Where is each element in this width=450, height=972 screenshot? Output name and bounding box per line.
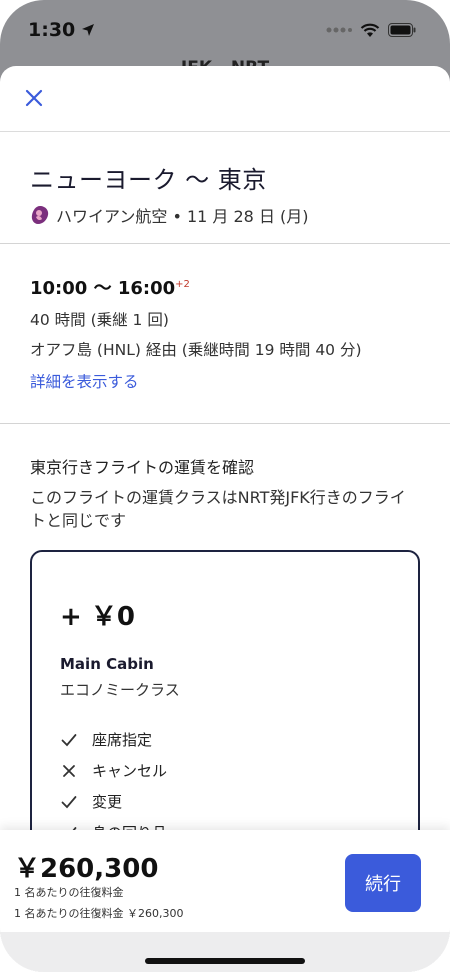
- cabin-name: Main Cabin: [60, 655, 154, 673]
- day-offset-badge: +2: [175, 279, 190, 290]
- show-details-link[interactable]: 詳細を表示する: [30, 370, 139, 392]
- wifi-icon: [360, 23, 380, 37]
- fare-description: このフライトの運賃クラスはNRT発JFK行きのフライトと同じです: [30, 488, 406, 530]
- price-note-total: 1 名あたりの往復料金 ￥260,300: [14, 907, 184, 920]
- price-note: 1 名あたりの往復料金: [14, 886, 124, 899]
- cabin-class: エコノミークラス: [60, 681, 180, 699]
- signal-dots-icon: [326, 27, 352, 33]
- phone-frame: 1:30 JFK - NRT: [0, 0, 450, 972]
- feature-label: 座席指定: [92, 731, 153, 749]
- status-icons: [326, 23, 416, 38]
- status-time-group: 1:30: [28, 19, 95, 41]
- hawaiian-airlines-logo-icon: [31, 206, 49, 224]
- route-section: ニューヨーク 〜 東京 ハワイアン航空 • 11 月 28 日 (月): [0, 132, 450, 244]
- feature-changes: 変更: [60, 786, 390, 817]
- feature-cancellation: キャンセル: [60, 755, 390, 786]
- flight-duration: 40 時間 (乗継 1 回): [30, 311, 169, 329]
- airline-date-text: ハワイアン航空 • 11 月 28 日 (月): [56, 207, 309, 226]
- sheet-header: [0, 66, 450, 132]
- location-arrow-icon: [82, 24, 95, 36]
- flight-layover-info: オアフ島 (HNL) 経由 (乗継時間 19 時間 40 分): [30, 341, 362, 359]
- check-icon: [60, 793, 78, 811]
- battery-icon: [388, 23, 416, 37]
- fare-heading: 東京行きフライトの運賃を確認: [30, 458, 255, 477]
- fare-price: + ￥0: [60, 602, 135, 632]
- continue-button[interactable]: 続行: [345, 854, 421, 912]
- total-price: ￥260,300: [14, 854, 159, 884]
- flight-times-text: 10:00 〜 16:00: [30, 278, 176, 299]
- feature-seat-selection: 座席指定: [60, 724, 390, 755]
- status-bar: 1:30: [0, 0, 450, 60]
- airline-row: ハワイアン航空 • 11 月 28 日 (月): [30, 203, 420, 227]
- flight-times: 10:00 〜 16:00+2: [30, 274, 420, 300]
- close-button[interactable]: [20, 84, 48, 112]
- flight-time-section: 10:00 〜 16:00+2 40 時間 (乗継 1 回) オアフ島 (HNL…: [0, 244, 450, 424]
- cross-icon: [60, 762, 78, 780]
- home-indicator[interactable]: [145, 958, 305, 964]
- feature-label: キャンセル: [92, 762, 168, 780]
- check-icon: [60, 731, 78, 749]
- close-icon: [25, 89, 43, 107]
- route-title: ニューヨーク 〜 東京: [30, 166, 267, 194]
- feature-label: 変更: [92, 793, 123, 811]
- fare-section: 東京行きフライトの運賃を確認 このフライトの運賃クラスはNRT発JFK行きのフラ…: [0, 424, 450, 890]
- status-time: 1:30: [28, 19, 76, 41]
- home-area: [0, 932, 450, 972]
